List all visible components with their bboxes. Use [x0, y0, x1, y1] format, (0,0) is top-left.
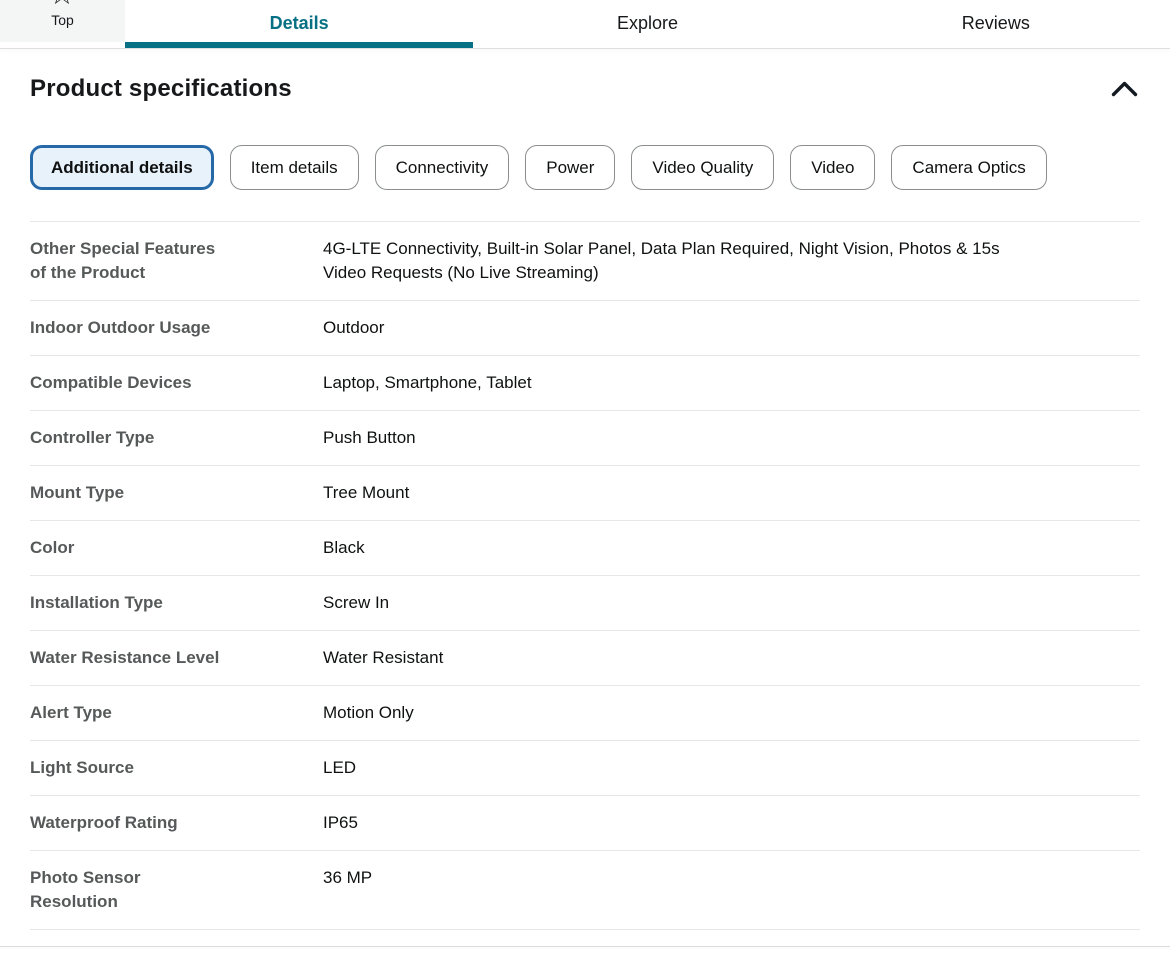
spec-label: Compatible Devices — [30, 371, 220, 395]
section-divider — [0, 946, 1170, 947]
chip-label: Connectivity — [396, 158, 489, 178]
tab-top-label: Top — [51, 11, 74, 29]
table-row: Water Resistance Level Water Resistant — [30, 631, 1140, 686]
spec-value: LED — [323, 756, 356, 780]
chip-label: Power — [546, 158, 594, 178]
table-row: Alert Type Motion Only — [30, 686, 1140, 741]
spec-category-chip[interactable]: Connectivity — [375, 145, 510, 190]
table-row: Photo Sensor Resolution 36 MP — [30, 851, 1140, 930]
tab-group: Details Explore Reviews — [125, 0, 1170, 48]
chip-label: Video Quality — [652, 158, 753, 178]
product-specifications-section: Product specifications Additional detail… — [0, 75, 1170, 947]
spec-category-chip[interactable]: Power — [525, 145, 615, 190]
spec-category-chip[interactable]: Video — [790, 145, 875, 190]
tab-bar: ☆ Top Details Explore Reviews — [0, 0, 1170, 48]
spec-value: Push Button — [323, 426, 416, 450]
spec-table: Other Special Features of the Product 4G… — [30, 221, 1140, 930]
table-row: Waterproof Rating IP65 — [30, 796, 1140, 851]
table-row: Installation Type Screw In — [30, 576, 1140, 631]
spec-category-chip[interactable]: Camera Optics — [891, 145, 1046, 190]
star-icon: ☆ — [46, 0, 80, 9]
tab-label: Details — [270, 13, 329, 33]
section-header: Product specifications — [30, 75, 1140, 103]
spec-label: Mount Type — [30, 481, 220, 505]
spec-label: Light Source — [30, 756, 220, 780]
spec-value: IP65 — [323, 811, 358, 835]
spec-category-chips: Additional details Item details Connecti… — [30, 145, 1140, 190]
table-row: Mount Type Tree Mount — [30, 466, 1140, 521]
tab-label: Explore — [617, 13, 678, 33]
spec-value: 4G-LTE Connectivity, Built-in Solar Pane… — [323, 237, 1003, 285]
table-row: Compatible Devices Laptop, Smartphone, T… — [30, 356, 1140, 411]
tab-top[interactable]: ☆ Top — [0, 0, 125, 42]
spec-value: Outdoor — [323, 316, 384, 340]
spec-label: Color — [30, 536, 220, 560]
tab[interactable]: Details — [125, 0, 473, 48]
spec-label: Controller Type — [30, 426, 220, 450]
spec-category-chip[interactable]: Item details — [230, 145, 359, 190]
chip-label: Video — [811, 158, 854, 178]
spec-value: Tree Mount — [323, 481, 409, 505]
spec-value: Black — [323, 536, 365, 560]
spec-value: 36 MP — [323, 866, 372, 914]
spec-category-chip[interactable]: Additional details — [30, 145, 214, 190]
chip-label: Camera Optics — [912, 158, 1025, 178]
tab[interactable]: Reviews — [822, 0, 1170, 48]
chip-label: Item details — [251, 158, 338, 178]
spec-label: Water Resistance Level — [30, 646, 220, 670]
table-row: Controller Type Push Button — [30, 411, 1140, 466]
chip-label: Additional details — [51, 158, 193, 178]
table-row: Color Black — [30, 521, 1140, 576]
page-title: Product specifications — [30, 75, 292, 103]
spec-value: Motion Only — [323, 701, 414, 725]
spec-label: Waterproof Rating — [30, 811, 220, 835]
spec-value: Laptop, Smartphone, Tablet — [323, 371, 532, 395]
spec-category-chip[interactable]: Video Quality — [631, 145, 774, 190]
tab-label: Reviews — [962, 13, 1030, 33]
spec-value: Water Resistant — [323, 646, 443, 670]
table-row: Other Special Features of the Product 4G… — [30, 222, 1140, 301]
tab[interactable]: Explore — [473, 0, 821, 48]
spec-label: Other Special Features of the Product — [30, 237, 220, 285]
collapse-section-button[interactable] — [1109, 77, 1140, 101]
spec-label: Indoor Outdoor Usage — [30, 316, 220, 340]
table-row: Indoor Outdoor Usage Outdoor — [30, 301, 1140, 356]
table-row: Light Source LED — [30, 741, 1140, 796]
spec-label: Alert Type — [30, 701, 220, 725]
spec-label: Installation Type — [30, 591, 220, 615]
chevron-up-icon — [1111, 81, 1138, 97]
spec-value: Screw In — [323, 591, 389, 615]
spec-label: Photo Sensor Resolution — [30, 866, 220, 914]
